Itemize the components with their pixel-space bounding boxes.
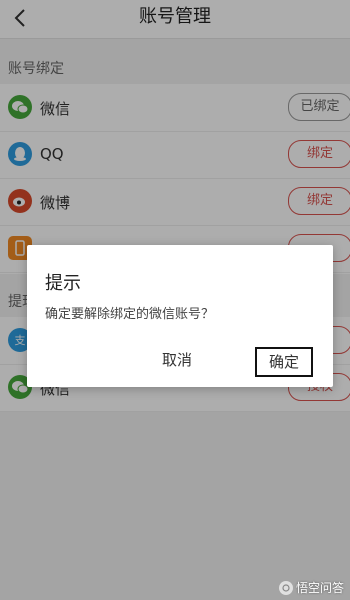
confirm-dialog: 提示 确定要解除绑定的微信账号？ 取消 确定 xyxy=(27,245,333,387)
watermark: 悟空问答 xyxy=(278,579,344,596)
wukong-logo-icon xyxy=(278,580,293,595)
confirm-button[interactable]: 确定 xyxy=(255,347,313,377)
dialog-title: 提示 xyxy=(45,273,81,294)
watermark-text: 悟空问答 xyxy=(295,581,344,595)
dialog-message: 确定要解除绑定的微信账号？ xyxy=(45,307,215,322)
cancel-button[interactable]: 取消 xyxy=(145,347,209,373)
